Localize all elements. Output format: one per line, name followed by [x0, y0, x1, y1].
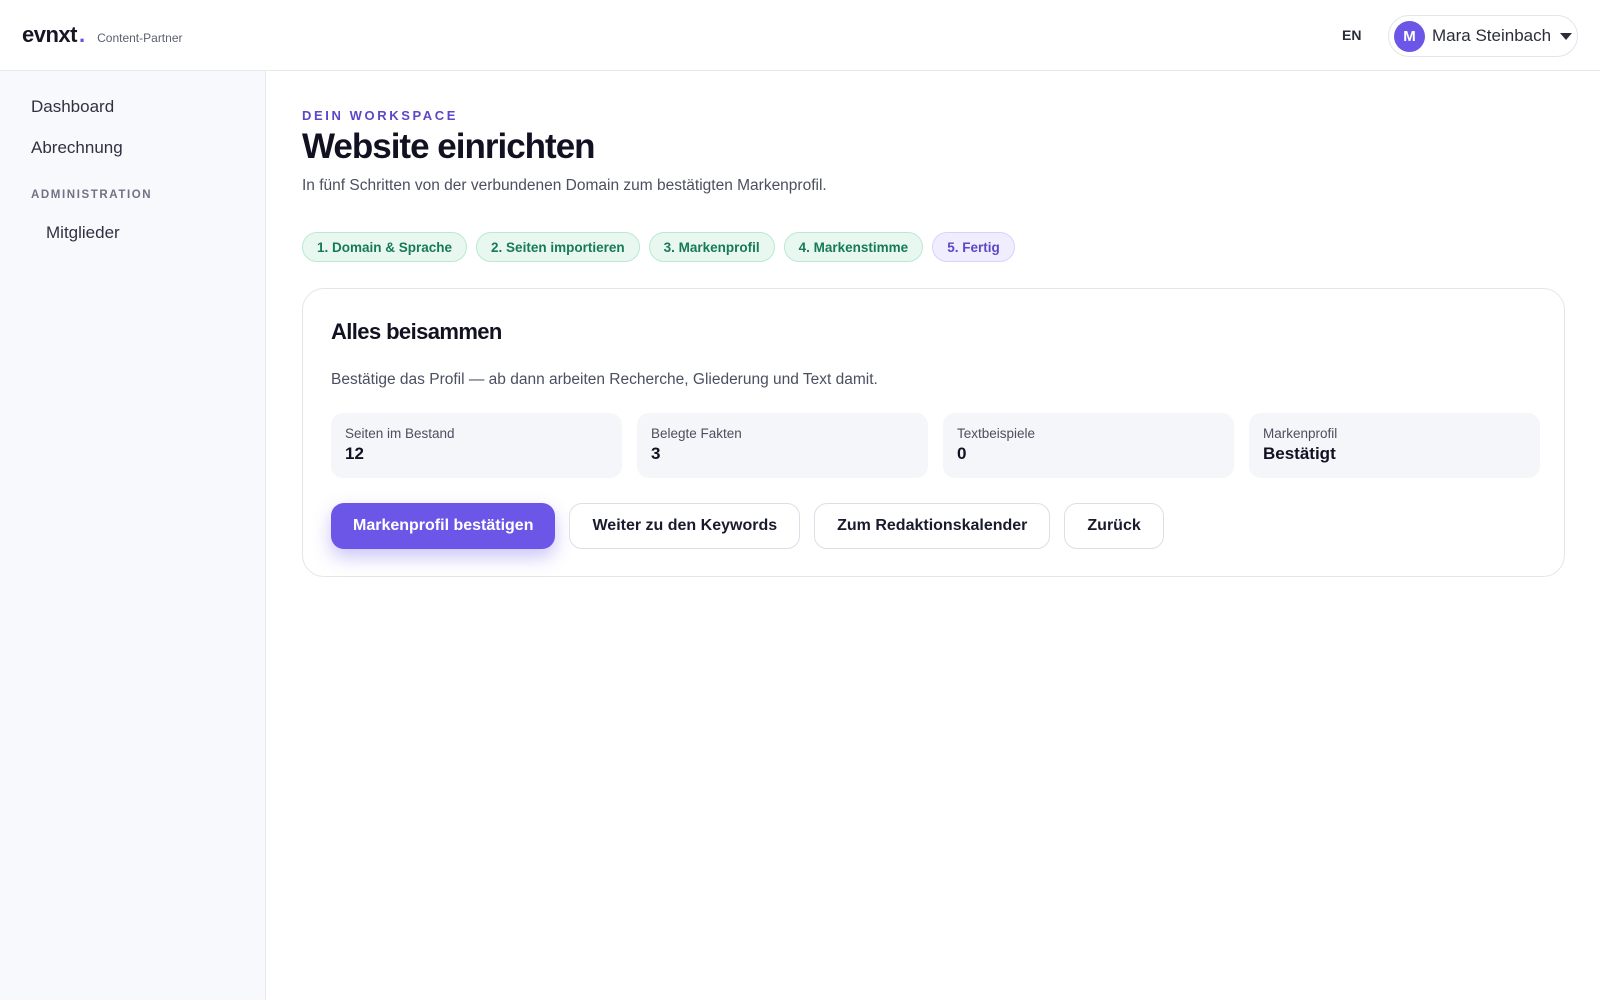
- step-seiten-importieren[interactable]: 2. Seiten importieren: [476, 232, 640, 262]
- step-markenstimme[interactable]: 4. Markenstimme: [783, 232, 924, 262]
- card-description: Bestätige das Profil — ab dann arbeiten …: [331, 371, 878, 388]
- stat-label: Belegte Fakten: [651, 426, 742, 441]
- stat-label: Markenprofil: [1263, 426, 1338, 441]
- stat-markenprofil: Markenprofil Bestätigt: [1249, 413, 1540, 478]
- summary-card: Alles beisammen Bestätige das Profil — a…: [302, 288, 1565, 577]
- user-menu[interactable]: M Mara Steinbach: [1388, 15, 1578, 57]
- sidebar-item-dashboard[interactable]: Dashboard: [31, 97, 114, 117]
- stat-value: 0: [957, 444, 967, 463]
- step-markenprofil[interactable]: 3. Markenprofil: [648, 232, 775, 262]
- logo-dot: .: [78, 22, 86, 47]
- step-indicator: 1. Domain & Sprache 2. Seiten importiere…: [302, 232, 1015, 262]
- editorial-calendar-button[interactable]: Zum Redaktionskalender: [814, 503, 1051, 549]
- user-name: Mara Steinbach: [1432, 26, 1552, 45]
- chevron-down-icon: [1560, 32, 1573, 40]
- page-subtitle: In fünf Schritten von der verbundenen Do…: [302, 177, 827, 194]
- brand[interactable]: evnxt. Content-Partner: [22, 22, 183, 48]
- confirm-profile-button[interactable]: Markenprofil bestätigen: [331, 503, 556, 549]
- sidebar-section-label: ADMINISTRATION: [31, 189, 153, 201]
- keywords-button[interactable]: Weiter zu den Keywords: [569, 503, 801, 549]
- stat-belegte-fakten: Belegte Fakten 3: [637, 413, 928, 478]
- avatar: M: [1394, 20, 1425, 52]
- logo: evnxt: [22, 22, 77, 47]
- stat-label: Seiten im Bestand: [345, 426, 455, 441]
- page-title: Website einrichten: [302, 127, 596, 166]
- top-bar: evnxt. Content-Partner EN M Mara Steinba…: [0, 0, 1600, 71]
- sidebar-item-mitglieder[interactable]: Mitglieder: [46, 223, 120, 243]
- page-eyebrow: DEIN WORKSPACE: [302, 108, 459, 123]
- language-switch[interactable]: EN: [1342, 27, 1361, 43]
- stat-textbeispiele: Textbeispiele 0: [943, 413, 1234, 478]
- stats-row: Seiten im Bestand 12 Belegte Fakten 3 Te…: [331, 413, 1540, 478]
- step-domain-sprache[interactable]: 1. Domain & Sprache: [302, 232, 468, 262]
- action-buttons: Markenprofil bestätigen Weiter zu den Ke…: [331, 503, 1164, 549]
- stat-value: Bestätigt: [1263, 444, 1336, 463]
- brand-subtitle: Content-Partner: [97, 31, 183, 45]
- stat-label: Textbeispiele: [957, 426, 1036, 441]
- stat-value: 3: [651, 444, 661, 463]
- sidebar-item-abrechnung[interactable]: Abrechnung: [31, 138, 123, 158]
- stat-seiten-im-bestand: Seiten im Bestand 12: [331, 413, 622, 478]
- card-title: Alles beisammen: [331, 319, 502, 344]
- back-button[interactable]: Zurück: [1064, 503, 1164, 549]
- sidebar: Dashboard Abrechnung ADMINISTRATION Mitg…: [0, 71, 266, 1000]
- step-fertig[interactable]: 5. Fertig: [932, 232, 1015, 262]
- stat-value: 12: [345, 444, 364, 463]
